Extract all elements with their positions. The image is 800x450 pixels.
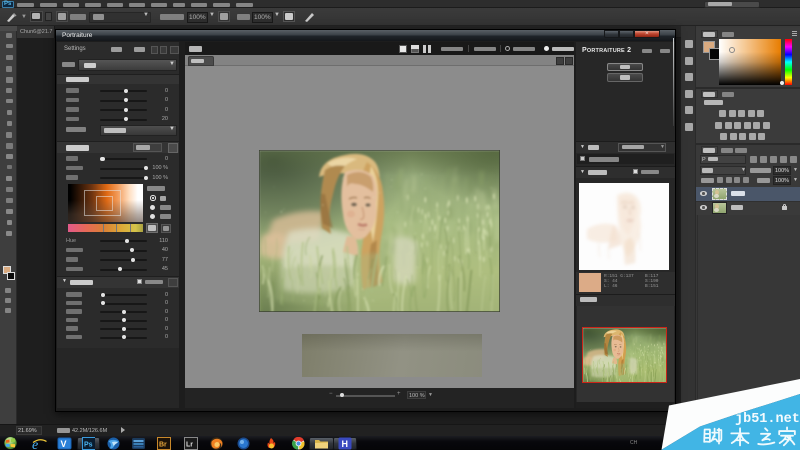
svg-text:jb51.net: jb51.net [735, 412, 800, 427]
